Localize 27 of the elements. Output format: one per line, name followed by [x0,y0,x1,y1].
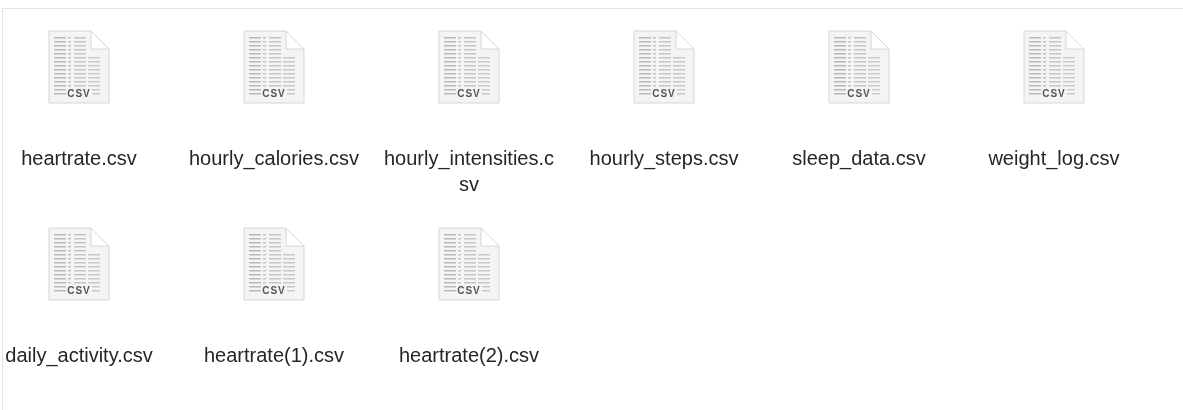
document-icon [47,226,111,302]
document-icon [242,226,306,302]
file-type-label: CSV [1040,88,1068,99]
file-name[interactable]: hourly_intensities.csv [382,145,556,197]
file-name[interactable]: weight_log.csv [967,145,1141,171]
document-icon [437,29,501,105]
file-type-label: CSV [260,88,288,99]
file-type-label: CSV [845,88,873,99]
file-type-label: CSV [65,88,93,99]
file-name[interactable]: heartrate(2).csv [382,342,556,368]
document-icon [242,29,306,105]
document-icon [1022,29,1086,105]
file-name[interactable]: hourly_calories.csv [187,145,361,171]
file-type-label: CSV [260,285,288,296]
file-name[interactable]: heartrate(1).csv [187,342,361,368]
file-type-label: CSV [455,88,483,99]
document-icon [827,29,891,105]
file-type-label: CSV [455,285,483,296]
file-name[interactable]: hourly_steps.csv [577,145,751,171]
document-icon [632,29,696,105]
file-name[interactable]: heartrate.csv [0,145,166,171]
file-type-label: CSV [65,285,93,296]
file-name[interactable]: sleep_data.csv [772,145,946,171]
file-name[interactable]: daily_activity.csv [0,342,166,368]
file-type-label: CSV [650,88,678,99]
document-icon [47,29,111,105]
document-icon [437,226,501,302]
